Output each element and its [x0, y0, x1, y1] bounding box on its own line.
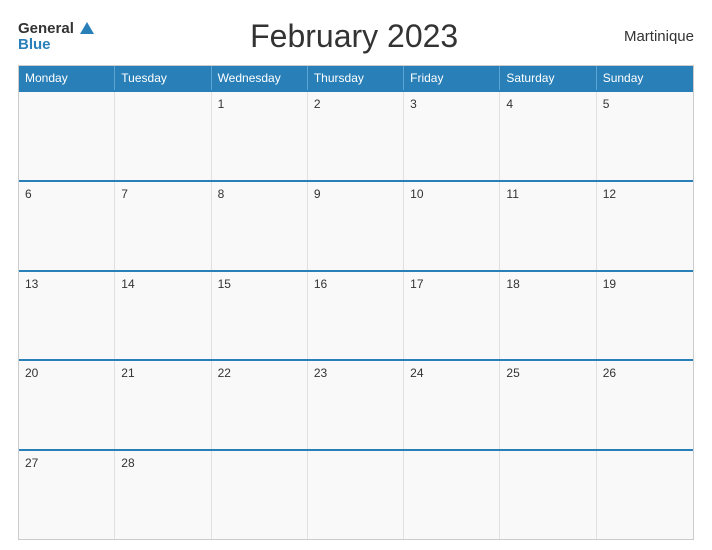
logo-blue-text: Blue — [18, 36, 51, 53]
day-number: 8 — [218, 187, 301, 201]
header-sunday: Sunday — [597, 66, 693, 90]
calendar-cell-5-2: 28 — [115, 451, 211, 539]
day-number: 13 — [25, 277, 108, 291]
calendar-cell-1-7: 5 — [597, 92, 693, 180]
calendar-cell-2-6: 11 — [500, 182, 596, 270]
day-number: 9 — [314, 187, 397, 201]
calendar-cell-2-1: 6 — [19, 182, 115, 270]
day-number: 14 — [121, 277, 204, 291]
day-number: 22 — [218, 366, 301, 380]
day-number: 15 — [218, 277, 301, 291]
header-monday: Monday — [19, 66, 115, 90]
header-saturday: Saturday — [500, 66, 596, 90]
day-number: 5 — [603, 97, 687, 111]
calendar-cell-5-4 — [308, 451, 404, 539]
logo: General Blue — [18, 21, 94, 53]
calendar-cell-5-6 — [500, 451, 596, 539]
day-number: 19 — [603, 277, 687, 291]
day-number: 7 — [121, 187, 204, 201]
day-number: 10 — [410, 187, 493, 201]
day-number: 18 — [506, 277, 589, 291]
calendar-cell-2-2: 7 — [115, 182, 211, 270]
calendar-cell-3-4: 16 — [308, 272, 404, 360]
calendar-week-row-2: 6789 10 11 12 — [19, 180, 693, 270]
calendar-cell-5-5 — [404, 451, 500, 539]
calendar-cell-5-3 — [212, 451, 308, 539]
calendar-cell-4-5: 24 — [404, 361, 500, 449]
calendar-cell-1-3: 1 — [212, 92, 308, 180]
logo-general-text: General — [18, 20, 74, 37]
region-label: Martinique — [614, 28, 694, 45]
calendar-cell-1-1 — [19, 92, 115, 180]
calendar-cell-1-5: 3 — [404, 92, 500, 180]
day-number: 27 — [25, 456, 108, 470]
calendar-cell-4-4: 23 — [308, 361, 404, 449]
calendar-grid: Monday Tuesday Wednesday Thursday Friday… — [18, 65, 694, 540]
calendar-title: February 2023 — [94, 18, 614, 55]
day-number: 4 — [506, 97, 589, 111]
calendar-cell-3-6: 18 — [500, 272, 596, 360]
calendar-cell-4-7: 26 — [597, 361, 693, 449]
calendar-week-row-1: 12345 — [19, 90, 693, 180]
logo-line2: Blue — [18, 37, 94, 53]
day-number: 11 — [506, 187, 589, 201]
header-friday: Friday — [404, 66, 500, 90]
calendar-cell-2-3: 8 — [212, 182, 308, 270]
header-tuesday: Tuesday — [115, 66, 211, 90]
day-number: 20 — [25, 366, 108, 380]
calendar-week-row-3: 13 14 15 16 17 18 19 — [19, 270, 693, 360]
calendar-cell-4-2: 21 — [115, 361, 211, 449]
calendar-cell-4-1: 20 — [19, 361, 115, 449]
calendar-cell-3-5: 17 — [404, 272, 500, 360]
header-thursday: Thursday — [308, 66, 404, 90]
day-number: 12 — [603, 187, 687, 201]
calendar-cell-1-4: 2 — [308, 92, 404, 180]
calendar-cell-3-7: 19 — [597, 272, 693, 360]
calendar-cell-2-4: 9 — [308, 182, 404, 270]
calendar-cell-5-7 — [597, 451, 693, 539]
day-number: 23 — [314, 366, 397, 380]
day-number: 3 — [410, 97, 493, 111]
calendar-week-row-4: 20 21 22 23 24 25 26 — [19, 359, 693, 449]
calendar-cell-4-3: 22 — [212, 361, 308, 449]
calendar-header-row: Monday Tuesday Wednesday Thursday Friday… — [19, 66, 693, 90]
calendar-cell-3-1: 13 — [19, 272, 115, 360]
calendar-cell-1-6: 4 — [500, 92, 596, 180]
day-number: 1 — [218, 97, 301, 111]
day-number: 28 — [121, 456, 204, 470]
calendar-cell-2-7: 12 — [597, 182, 693, 270]
page-header: General Blue February 2023 Martinique — [18, 18, 694, 55]
calendar-cell-2-5: 10 — [404, 182, 500, 270]
calendar-cell-5-1: 27 — [19, 451, 115, 539]
calendar-body: 1234567891011121314151617181920212223242… — [19, 90, 693, 539]
day-number: 24 — [410, 366, 493, 380]
day-number: 16 — [314, 277, 397, 291]
calendar-cell-1-2 — [115, 92, 211, 180]
logo-triangle-icon — [80, 22, 94, 34]
calendar-cell-3-3: 15 — [212, 272, 308, 360]
calendar-week-row-5: 27 28 — [19, 449, 693, 539]
day-number: 25 — [506, 366, 589, 380]
day-number: 6 — [25, 187, 108, 201]
day-number: 26 — [603, 366, 687, 380]
logo-line1: General — [18, 21, 94, 37]
calendar-cell-3-2: 14 — [115, 272, 211, 360]
calendar-page: General Blue February 2023 Martinique Mo… — [0, 0, 712, 550]
header-wednesday: Wednesday — [212, 66, 308, 90]
calendar-cell-4-6: 25 — [500, 361, 596, 449]
day-number: 2 — [314, 97, 397, 111]
day-number: 17 — [410, 277, 493, 291]
day-number: 21 — [121, 366, 204, 380]
